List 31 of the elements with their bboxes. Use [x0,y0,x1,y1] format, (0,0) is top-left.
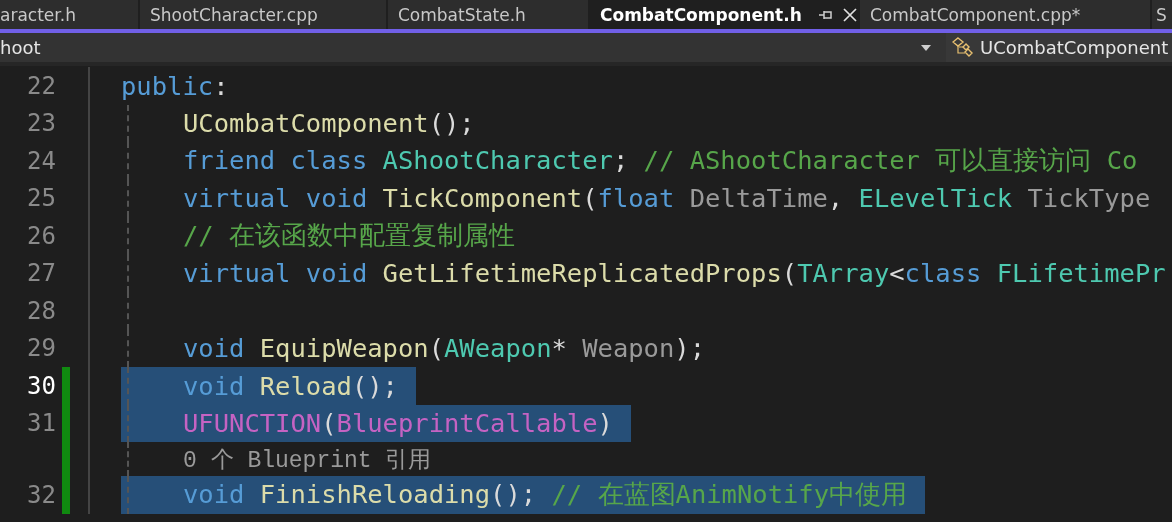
file-tab[interactable]: CombatComponent.cpp* [860,0,1150,29]
code-line: void Reload(); [183,370,398,401]
line-number: 23 [26,109,56,138]
line-number: 25 [26,184,56,213]
code-line: UCombatComponent(); [183,108,475,139]
class-icon [952,36,974,59]
file-tab[interactable]: ShootCharacter.cpp [140,0,386,29]
code-line: virtual void TickComponent(float DeltaTime, ELevelTick TickType [183,183,1151,214]
code-line: friend class AShootCharacter; // AShootCharacter 可以直接访问 Co [183,144,1138,178]
line-number: 22 [26,71,56,100]
line-number: 27 [26,259,56,288]
line-number: 24 [26,146,56,175]
file-tab[interactable]: CombatState.h [388,0,588,29]
line-number: 26 [26,221,56,250]
code-line: void FinishReloading(); // 在蓝图AnimNotify中使用 [183,478,908,512]
line-number: 29 [26,334,56,363]
code-line: virtual void GetLifetimeReplicatedProps(TArray<class FLifetimePr [183,258,1166,289]
line-number: 32 [26,480,56,509]
code-line: void EquipWeapon(AWeapon* Weapon); [183,333,706,364]
code-line: // 在该函数中配置复制属性 [183,219,516,253]
line-number: 30 [26,371,56,400]
close-icon[interactable] [842,6,858,23]
line-number: 28 [26,296,56,325]
file-tab[interactable]: S [1152,0,1172,29]
caret-icon [920,43,932,52]
code-line: public: [121,70,229,101]
code-line: UFUNCTION(BlueprintCallable) [183,408,613,439]
file-tab[interactable]: aracter.h [0,0,138,29]
line-number: 31 [26,409,56,438]
codelens-link[interactable]: 0 个 Blueprint 引用 [183,443,432,475]
member-dropdown[interactable]: UCombatComponent [946,33,1172,62]
